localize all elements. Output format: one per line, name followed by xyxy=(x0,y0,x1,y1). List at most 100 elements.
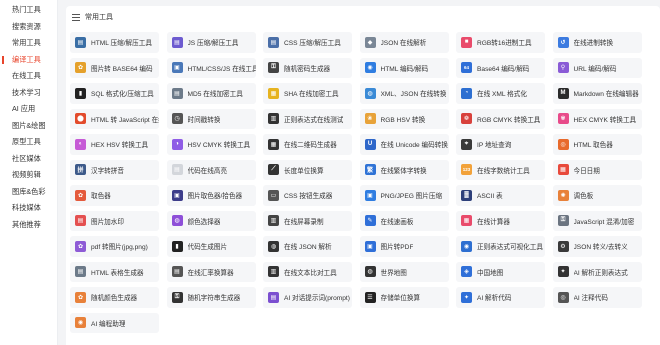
palette-icon: ✺ xyxy=(557,189,569,201)
tool-tile[interactable]: ◆ JSON 在线解析 xyxy=(359,32,449,53)
tool-tile[interactable]: ⚿ JavaScript 混淆/加密 xyxy=(552,210,642,231)
tool-tile[interactable]: ◔ 在线 XML 格式化 xyxy=(456,83,545,104)
sidebar-item[interactable]: 图库&色彩 xyxy=(0,184,57,201)
sidebar-item[interactable]: 技术学习 xyxy=(0,85,57,102)
tool-tile[interactable]: ✎ 在线速画板 xyxy=(359,210,449,231)
image-base64-icon: ✿ xyxy=(75,62,86,74)
tool-tile[interactable]: 123 在线字数统计工具 xyxy=(456,159,545,180)
sidebar-item[interactable]: AI 应用 xyxy=(0,101,57,118)
sidebar-item[interactable]: 原型工具 xyxy=(0,134,57,151)
tool-tile[interactable]: ▦ 今日日期 xyxy=(552,159,642,180)
tool-tile[interactable]: ✿ 随机颜色生成器 xyxy=(70,287,159,308)
regex-test-icon: ▥ xyxy=(268,113,279,125)
tool-tile[interactable]: ▤ 在线汇率换算器 xyxy=(166,261,256,282)
tool-tile[interactable]: ◎ HTML 取色器 xyxy=(552,134,642,155)
tool-tile[interactable]: ▥ 在线屏幕录制 xyxy=(263,210,352,231)
tool-tile[interactable]: 64 Base64 编码/解码 xyxy=(456,57,545,78)
tool-tile[interactable]: ↺ 在线进制转换 xyxy=(552,32,642,53)
tool-label: HTML 转 JavaScript 在线 xyxy=(91,116,159,124)
tool-tile[interactable]: ✦ AI 解析正则表达式 xyxy=(552,261,642,282)
tool-tile[interactable]: ◉ HTML 编码/解码 xyxy=(359,57,449,78)
sidebar-item[interactable]: 热门工具 xyxy=(0,2,57,19)
tool-tile[interactable]: ▤ HTML 压缩/解压工具 xyxy=(70,32,159,53)
tool-tile[interactable]: M Markdown 在线编辑器 xyxy=(552,83,642,104)
tool-tile[interactable]: ▤ AI 对话提示词(prompt) xyxy=(263,287,352,308)
tool-tile[interactable]: ◉ 正则表达式可视化工具 xyxy=(456,236,545,257)
tool-tile[interactable]: ▥ 正则表达式在线测试 xyxy=(263,108,352,129)
tool-tile[interactable]: ▓ ASCII 表 xyxy=(456,185,545,206)
pdf-to-image-icon: ✿ xyxy=(75,240,86,252)
tool-tile[interactable]: ⚙ JSON 转义/去转义 xyxy=(552,236,642,257)
tool-tile[interactable]: ▥ 在线文本比对工具 xyxy=(263,261,352,282)
tool-tile[interactable]: ⚿ 随机字符串生成器 xyxy=(166,287,256,308)
sidebar-item[interactable]: 科技媒体 xyxy=(0,200,57,217)
tool-tile[interactable]: ✺ 调色板 xyxy=(552,185,642,206)
tool-tile[interactable]: ▤ JS 压缩/解压工具 xyxy=(166,32,256,53)
tools-grid: ▤ HTML 压缩/解压工具 ▤ JS 压缩/解压工具 ▤ CSS 压缩/解压工具 ◆ JSO… xyxy=(70,32,656,333)
tool-tile[interactable]: ☰ 存储单位换算 xyxy=(359,287,449,308)
tool-tile[interactable]: ⚲ URL 编码/解码 xyxy=(552,57,642,78)
tool-tile[interactable]: ▦ SHA 在线加密工具 xyxy=(263,83,352,104)
tool-tile[interactable]: ▣ 图片转PDF xyxy=(359,236,449,257)
tool-tile[interactable]: ⬤ HTML 转 JavaScript 在线 xyxy=(70,108,159,129)
tool-label: Base64 编码/解码 xyxy=(477,65,530,73)
tool-tile[interactable]: ◉ AI 编程助理 xyxy=(70,312,159,333)
tool-tile[interactable]: ▤ 代码在线高亮 xyxy=(166,159,256,180)
tool-tile[interactable]: ✦ AI 解析代码 xyxy=(456,287,545,308)
tool-tile[interactable]: ◈ 中国地图 xyxy=(456,261,545,282)
sidebar-item[interactable]: 在线工具 xyxy=(0,68,57,85)
tool-tile[interactable]: ▭ CSS 按钮生成器 xyxy=(263,185,352,206)
tool-tile[interactable]: ■ RGB转16进制工具 xyxy=(456,32,545,53)
tool-tile[interactable]: ▣ PNG/JPEG 图片压缩 xyxy=(359,185,449,206)
tool-tile[interactable]: ◍ 颜色选择器 xyxy=(166,210,256,231)
tool-tile[interactable]: ◍ XML、JSON 在线转换 xyxy=(359,83,449,104)
tool-tile[interactable]: ▣ 图片取色器/拾色器 xyxy=(166,185,256,206)
tool-tile[interactable]: ❀ RGB HSV 转换 xyxy=(359,108,449,129)
tool-tile[interactable]: ⚿ 随机密码生成器 xyxy=(263,57,352,78)
tool-tile[interactable]: ✿ pdf 转图片(jpg,png) xyxy=(70,236,159,257)
tool-tile[interactable]: ▤ 图片加水印 xyxy=(70,210,159,231)
sidebar-item[interactable]: 常用工具 xyxy=(0,35,57,52)
section-title: 常用工具 xyxy=(85,14,113,21)
tool-tile[interactable]: ⟋ 长度单位换算 xyxy=(263,159,352,180)
tool-tile[interactable]: ✿ 图片转 BASE64 编码 xyxy=(70,57,159,78)
tool-label: HTML 编码/解码 xyxy=(380,65,429,73)
tool-tile[interactable]: ◷ 时间戳转换 xyxy=(166,108,256,129)
tool-label: HSV CMYK 转换工具 xyxy=(187,142,251,150)
tool-label: 在线文本比对工具 xyxy=(284,269,337,277)
tool-tile[interactable]: ▮ 代码生成图片 xyxy=(166,236,256,257)
html-css-js-icon: ▣ xyxy=(171,62,183,74)
sidebar-item[interactable]: 其他推荐 xyxy=(0,217,57,234)
tool-tile[interactable]: U 在线 Unicode 编码转换 xyxy=(359,134,449,155)
tool-tile[interactable]: ▦ 在线计算器 xyxy=(456,210,545,231)
tool-tile[interactable]: ◎ AI 注释代码 xyxy=(552,287,642,308)
tool-tile[interactable]: ⌖ IP 地址查询 xyxy=(456,134,545,155)
sidebar-item[interactable]: 图片&绘图 xyxy=(0,118,57,135)
tool-tile[interactable]: ◑ HSV CMYK 转换工具 xyxy=(166,134,256,155)
tool-tile[interactable]: ◍ 世界地图 xyxy=(359,261,449,282)
tool-tile[interactable]: 拼汉字转拼音 xyxy=(70,159,159,180)
tool-tile[interactable]: ▮ SQL 格式化/压缩工具 xyxy=(70,83,159,104)
timestamp-icon: ◷ xyxy=(171,113,183,125)
tool-tile[interactable]: ✾ HEX CMYK 转换工具 xyxy=(552,108,642,129)
sidebar-item[interactable]: 编译工具 xyxy=(0,52,57,69)
tool-tile[interactable]: ◐ HEX HSV 转换工具 xyxy=(70,134,159,155)
tool-tile[interactable]: ✿ 取色器 xyxy=(70,185,159,206)
sidebar-item[interactable]: 视频剪辑 xyxy=(0,167,57,184)
tool-tile[interactable]: ▤ HTML 表格生成器 xyxy=(70,261,159,282)
rgb-cmyk-icon: ❁ xyxy=(461,113,472,125)
tool-tile[interactable]: ▤ CSS 压缩/解压工具 xyxy=(263,32,352,53)
sidebar-item[interactable]: 社区媒体 xyxy=(0,151,57,168)
tool-tile[interactable]: 繁在线繁体字转换 xyxy=(359,159,449,180)
tool-label: 在线二维码生成器 xyxy=(284,142,337,150)
random-string-icon: ⚿ xyxy=(171,291,183,303)
tool-label: XML、JSON 在线转换 xyxy=(380,91,447,99)
calendar-icon: ▦ xyxy=(557,164,569,176)
tool-tile[interactable]: ❁ RGB CMYK 转换工具 xyxy=(456,108,545,129)
tool-tile[interactable]: ▣ HTML/CSS/JS 在线工具 xyxy=(166,57,256,78)
tool-tile[interactable]: ◍ 在线 JSON 解析 xyxy=(263,236,352,257)
tool-tile[interactable]: ▤ MD5 在线加密工具 xyxy=(166,83,256,104)
sidebar-item[interactable]: 搜索资源 xyxy=(0,19,57,36)
rgb-hsv-icon: ❀ xyxy=(364,113,376,125)
tool-tile[interactable]: ▦ 在线二维码生成器 xyxy=(263,134,352,155)
